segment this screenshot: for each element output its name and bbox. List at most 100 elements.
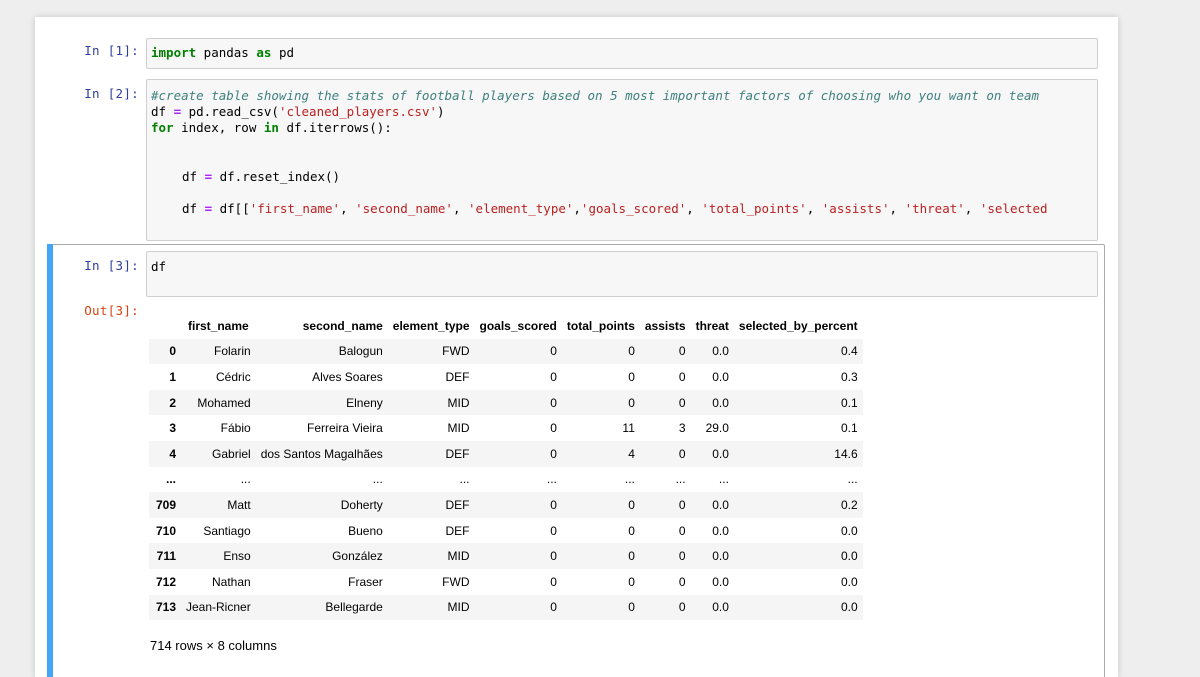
table-cell: 0 [678, 497, 686, 512]
table-cell: 4 [628, 446, 635, 461]
row-index: 710 [155, 523, 176, 538]
table-row: 1 Cédric Alves Soares DEF 0 0 0 0.0 0.3 [149, 364, 863, 390]
table-cell: 0 [678, 446, 686, 461]
table-cell: 0.1 [840, 421, 858, 436]
table-cell: 0.0 [712, 395, 729, 410]
table-cell: Cédric [216, 369, 251, 384]
dataframe-header-row: first_name second_name element_type goal… [149, 313, 863, 339]
table-cell: ... [372, 472, 383, 487]
table-cell: 0 [678, 574, 686, 589]
table-row: 2 Mohamed Elneny MID 0 0 0 0.0 0.1 [149, 389, 863, 416]
table-cell: 0 [550, 497, 557, 512]
table-cell: 0 [550, 421, 557, 436]
table-cell: 0 [678, 523, 686, 538]
index-header [149, 313, 181, 339]
column-header: total_points [566, 318, 635, 333]
table-row: 0 Folarin Balogun FWD 0 0 0 0.0 0.4 [149, 338, 863, 365]
table-cell: ... [847, 472, 858, 487]
table-row: 713 Jean-Ricner Bellegarde MID 0 0 0 0.0 0.0 [149, 594, 863, 621]
table-cell: 3 [678, 421, 686, 436]
table-cell: 0 [628, 574, 635, 589]
table-cell: 0 [678, 549, 686, 564]
column-header: first_name [188, 318, 249, 333]
cell-2-code-line-comment: #create table showing the stats of footb… [151, 88, 1040, 103]
cell-2-prompt: In [2]: [84, 86, 139, 101]
table-cell: FWD [442, 344, 470, 359]
table-cell: 0 [550, 523, 557, 538]
cell-2-code-line-select: df = df[['first_name', 'second_name', 'e… [182, 201, 1048, 216]
column-header: selected_by_percent [738, 318, 858, 333]
table-cell: dos Santos Magalhães [260, 446, 383, 461]
table-cell: 0 [628, 344, 635, 359]
table-cell: 0.0 [840, 574, 858, 589]
row-index: 711 [156, 549, 176, 564]
table-cell: Balogun [338, 344, 383, 359]
table-cell: 0 [628, 549, 635, 564]
table-cell: 0.0 [712, 523, 729, 538]
notebook-page: In [1]: import pandas as pd In [2]: #cre… [35, 17, 1118, 677]
cell-1-prompt: In [1]: [84, 43, 139, 58]
table-cell: 0 [550, 369, 557, 384]
table-row: 709 Matt Doherty DEF 0 0 0 0.0 0.2 [149, 492, 863, 518]
column-header: second_name [302, 318, 383, 333]
cell-2-code-line-for: for index, row in df.iterrows(): [151, 120, 392, 135]
column-header: threat [695, 318, 729, 333]
table-cell: ... [675, 472, 686, 487]
table-cell: 0 [550, 600, 557, 615]
row-index: 4 [169, 446, 176, 461]
table-cell: 0.0 [712, 600, 729, 615]
table-cell: 0.0 [840, 600, 858, 615]
table-cell: Bellegarde [325, 600, 383, 615]
cell-1-input[interactable]: import pandas as pd [146, 38, 1098, 69]
table-cell: 0.0 [840, 523, 858, 538]
table-cell: Alves Soares [312, 369, 383, 384]
table-cell: 0.3 [840, 369, 858, 384]
table-row: 710 Santiago Bueno DEF 0 0 0 0.0 0.0 [149, 518, 863, 544]
table-cell: MID [447, 549, 470, 564]
table-row: 712 Nathan Fraser FWD 0 0 0 0.0 0.0 [149, 569, 863, 595]
table-cell: FWD [442, 574, 470, 589]
table-cell: 0.0 [712, 369, 729, 384]
dataframe-shape: 714 rows × 8 columns [150, 638, 277, 653]
table-cell: 0 [550, 395, 557, 410]
table-cell: Fraser [348, 574, 383, 589]
table-cell: Fábio [220, 421, 251, 436]
table-cell: 0.0 [840, 549, 858, 564]
table-cell: 0 [550, 446, 557, 461]
cell-3-input[interactable]: df [146, 251, 1098, 297]
column-header: element_type [392, 318, 470, 333]
table-cell: 0 [550, 574, 557, 589]
table-cell: DEF [445, 497, 470, 512]
table-cell: 11 [622, 421, 635, 436]
table-row: 4 Gabriel dos Santos Magalhães DEF 0 4 0 0.0 14.… [149, 440, 863, 467]
row-index: 1 [169, 369, 176, 384]
table-row: 3 Fábio Ferreira Vieira MID 0 11 3 29.0 0.1 [149, 415, 863, 441]
table-cell: ... [624, 472, 635, 487]
cell-3-code-line: df [151, 259, 167, 274]
table-cell: DEF [445, 523, 470, 538]
table-cell: 0 [628, 395, 635, 410]
table-cell: 0.0 [712, 549, 729, 564]
table-cell: DEF [445, 369, 470, 384]
row-index: 713 [155, 600, 176, 615]
table-cell: Matt [227, 497, 251, 512]
cell-2-input[interactable]: #create table showing the stats of footb… [146, 79, 1098, 241]
table-cell: 0.0 [712, 497, 729, 512]
table-cell: 29.0 [705, 421, 729, 436]
table-cell: Mohamed [197, 395, 251, 410]
table-cell: 0.4 [840, 344, 858, 359]
table-cell: Doherty [340, 497, 383, 512]
table-cell: Ferreira Vieira [306, 421, 383, 436]
table-cell: 0 [628, 523, 635, 538]
table-cell: ... [459, 472, 470, 487]
table-cell: ... [546, 472, 557, 487]
table-cell: Enso [223, 549, 251, 564]
table-cell: Elneny [346, 395, 383, 410]
dataframe-body: 0 Folarin Balogun FWD 0 0 0 0.0 0.4 1 Cédric Alves … [149, 338, 863, 621]
table-cell: ... [240, 472, 251, 487]
cell-1-code-line: import pandas as pd [151, 45, 295, 60]
table-cell: Bueno [348, 523, 383, 538]
table-cell: MID [447, 421, 470, 436]
ellipsis-row: ........................... [149, 466, 863, 493]
table-cell: MID [447, 600, 470, 615]
